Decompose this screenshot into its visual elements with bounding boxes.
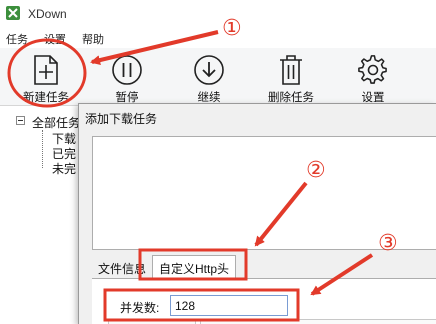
menu-task[interactable]: 任务 <box>6 31 28 47</box>
delete-task-button[interactable]: 删除任务 <box>256 50 326 104</box>
add-task-dialog: 添加下载任务 文件信息 自定义Http头 并发数: <box>78 103 436 324</box>
panel-edge <box>108 319 196 324</box>
app-logo-icon <box>6 6 20 20</box>
step-marker-1: ① <box>222 16 242 41</box>
menu-bar: 任务 设置 帮助 <box>0 28 436 48</box>
new-file-icon <box>34 55 58 85</box>
http-header-panel: 并发数: <box>92 278 436 324</box>
menu-settings[interactable]: 设置 <box>44 31 66 47</box>
toolbar: 新建任务 暂停 继续 删除任务 设置 <box>0 48 436 106</box>
concurrency-label: 并发数: <box>120 301 160 315</box>
step-marker-2: ② <box>306 158 326 183</box>
tree-item-all-tasks[interactable]: 全部任务 <box>32 114 80 131</box>
task-tree: 全部任务 下载 已完 未完 <box>0 106 82 324</box>
panel-edge <box>200 319 436 324</box>
tab-custom-http-header[interactable]: 自定义Http头 <box>152 255 237 278</box>
pause-button[interactable]: 暂停 <box>92 50 162 104</box>
title-bar: XDown <box>0 0 436 28</box>
resume-button[interactable]: 继续 <box>174 50 244 104</box>
window-title: XDown <box>28 7 67 21</box>
tree-connector <box>42 130 43 168</box>
dialog-title: 添加下载任务 <box>85 112 158 126</box>
tree-item-unfinished[interactable]: 未完 <box>52 160 76 177</box>
step-marker-3: ③ <box>378 231 398 256</box>
menu-help[interactable]: 帮助 <box>82 31 104 47</box>
dialog-tabs: 文件信息 自定义Http头 <box>92 254 436 278</box>
concurrency-input[interactable] <box>170 295 288 316</box>
settings-button[interactable]: 设置 <box>338 50 408 104</box>
new-task-label: 新建任务 <box>23 92 69 104</box>
tab-file-info[interactable]: 文件信息 <box>94 258 150 278</box>
trash-icon <box>280 55 302 85</box>
download-arrow-icon <box>194 55 224 85</box>
pause-icon <box>112 55 142 85</box>
gear-icon <box>358 55 387 84</box>
tree-collapse-toggle[interactable] <box>16 116 25 125</box>
new-task-button[interactable]: 新建任务 <box>11 50 81 104</box>
